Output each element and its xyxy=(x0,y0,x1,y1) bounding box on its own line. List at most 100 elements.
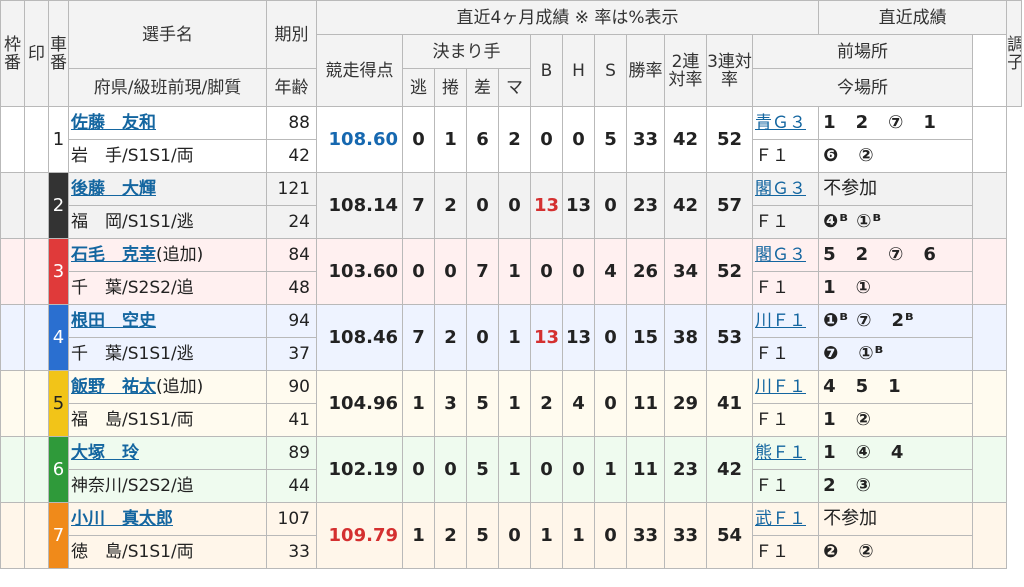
now-result: 1 ① xyxy=(818,271,974,305)
s-value: 0 xyxy=(594,304,627,371)
col-header-sashi: 差 xyxy=(466,68,499,107)
h-value: 0 xyxy=(562,238,595,305)
rider-row: 6 大塚 玲 89 102.19 0 0 5 1 0 0 1 11 23 42 熊Ｆ１ 1 ④ 4 xyxy=(0,436,1022,503)
prev-result: 不参加 xyxy=(818,502,974,536)
now-result: 2 ③ xyxy=(818,469,974,503)
now-place: Ｆ１ xyxy=(751,535,820,569)
b-value: 13 xyxy=(530,172,563,239)
car-number: 5 xyxy=(48,370,69,437)
col-header-makuri: 捲 xyxy=(434,68,467,107)
pref-class-style: 神奈川/S2S2/追 xyxy=(68,469,267,503)
score-value: 108.14 xyxy=(316,172,403,239)
col-header-prev: 前場所 xyxy=(751,34,974,69)
niren-rate-value: 38 xyxy=(664,304,707,371)
mark-cell[interactable] xyxy=(24,172,49,239)
mark-cell[interactable] xyxy=(24,238,49,305)
ma-value: 0 xyxy=(498,172,531,239)
nige-value: 0 xyxy=(402,436,435,503)
mark-cell[interactable] xyxy=(24,436,49,503)
pref-class-style: 福 岡/S1S1/逃 xyxy=(68,205,267,239)
score-value: 102.19 xyxy=(316,436,403,503)
rider-name-link[interactable]: 小川 真太郎 xyxy=(71,509,173,529)
now-place: Ｆ１ xyxy=(751,205,820,239)
prev-place-cell: 川Ｆ１ xyxy=(751,370,820,404)
niren-rate-value: 29 xyxy=(664,370,707,437)
b-value: 0 xyxy=(530,106,563,173)
nige-value: 7 xyxy=(402,172,435,239)
rider-name-link[interactable]: 佐藤 友和 xyxy=(71,113,156,133)
win-rate-value: 11 xyxy=(626,370,665,437)
prev-place-link[interactable]: 川Ｆ１ xyxy=(755,377,806,397)
rider-name-link[interactable]: 大塚 玲 xyxy=(71,443,139,463)
age-value: 24 xyxy=(266,205,317,239)
s-value: 4 xyxy=(594,238,627,305)
makuri-value: 0 xyxy=(434,436,467,503)
h-value: 4 xyxy=(562,370,595,437)
rider-name-link[interactable]: 飯野 祐太 xyxy=(71,377,156,397)
kibetsu-value: 89 xyxy=(266,436,317,470)
ma-value: 0 xyxy=(498,502,531,569)
makuri-value: 2 xyxy=(434,502,467,569)
win-rate-value: 33 xyxy=(626,106,665,173)
car-number: 3 xyxy=(48,238,69,305)
makuri-value: 3 xyxy=(434,370,467,437)
win-rate-value: 33 xyxy=(626,502,665,569)
col-header-nige: 逃 xyxy=(402,68,435,107)
now-place: Ｆ１ xyxy=(751,271,820,305)
rider-name-cell: 後藤 大輝 xyxy=(68,172,267,206)
col-header-name: 選手名 xyxy=(68,0,267,69)
prev-place-link[interactable]: 熊Ｆ１ xyxy=(755,443,806,463)
now-result: ❻ ② xyxy=(818,139,974,173)
pref-class-style: 徳 島/S1S1/両 xyxy=(68,535,267,569)
waku-cell xyxy=(0,106,25,173)
condition-cell xyxy=(972,436,1008,503)
niren-rate-value: 23 xyxy=(664,436,707,503)
win-rate-value: 15 xyxy=(626,304,665,371)
makuri-value: 1 xyxy=(434,106,467,173)
score-value: 108.60 xyxy=(316,106,403,173)
nige-value: 1 xyxy=(402,502,435,569)
prev-place-cell: 武Ｆ１ xyxy=(751,502,820,536)
sashi-value: 5 xyxy=(466,370,499,437)
rider-name-link[interactable]: 石毛 克幸 xyxy=(71,245,156,265)
mark-cell[interactable] xyxy=(24,502,49,569)
prev-place-link[interactable]: 武Ｆ１ xyxy=(755,509,806,529)
rider-row: 4 根田 空史 94 108.46 7 2 0 1 13 13 0 15 38 53 川Ｆ１ ❶ᴮ ⑦ 2ᴮ xyxy=(0,304,1022,371)
pref-class-style: 岩 手/S1S1/両 xyxy=(68,139,267,173)
mark-cell[interactable] xyxy=(24,304,49,371)
condition-cell xyxy=(972,106,1008,173)
rider-extra-label: (追加) xyxy=(156,245,204,265)
win-rate-value: 23 xyxy=(626,172,665,239)
rider-name-cell: 根田 空史 xyxy=(68,304,267,338)
kibetsu-value: 90 xyxy=(266,370,317,404)
rider-name-link[interactable]: 後藤 大輝 xyxy=(71,179,156,199)
pref-class-style: 千 葉/S1S1/逃 xyxy=(68,337,267,371)
prev-result: ❶ᴮ ⑦ 2ᴮ xyxy=(818,304,974,338)
rider-name-link[interactable]: 根田 空史 xyxy=(71,311,156,331)
rider-name-cell: 大塚 玲 xyxy=(68,436,267,470)
kibetsu-value: 88 xyxy=(266,106,317,140)
prev-place-cell: 熊Ｆ１ xyxy=(751,436,820,470)
sashi-value: 7 xyxy=(466,238,499,305)
sanren-rate-value: 52 xyxy=(706,106,753,173)
car-number: 1 xyxy=(48,106,69,173)
niren-rate-value: 42 xyxy=(664,106,707,173)
prev-place-link[interactable]: 川Ｆ１ xyxy=(755,311,806,331)
b-value: 13 xyxy=(530,304,563,371)
kibetsu-value: 84 xyxy=(266,238,317,272)
age-value: 48 xyxy=(266,271,317,305)
win-rate-value: 26 xyxy=(626,238,665,305)
score-value: 108.46 xyxy=(316,304,403,371)
rider-row: 1 佐藤 友和 88 108.60 0 1 6 2 0 0 5 33 42 52 青Ｇ３ 1 2 ⑦ 1 xyxy=(0,106,1022,173)
prev-place-link[interactable]: 青Ｇ３ xyxy=(755,113,806,133)
prev-place-link[interactable]: 閣Ｇ３ xyxy=(755,179,806,199)
col-header-b: B xyxy=(530,34,563,107)
prev-place-cell: 閣Ｇ３ xyxy=(751,238,820,272)
prev-place-link[interactable]: 閣Ｇ３ xyxy=(755,245,806,265)
mark-cell[interactable] xyxy=(24,370,49,437)
now-result: 1 ② xyxy=(818,403,974,437)
kibetsu-value: 121 xyxy=(266,172,317,206)
nige-value: 1 xyxy=(402,370,435,437)
mark-cell[interactable] xyxy=(24,106,49,173)
car-number: 4 xyxy=(48,304,69,371)
